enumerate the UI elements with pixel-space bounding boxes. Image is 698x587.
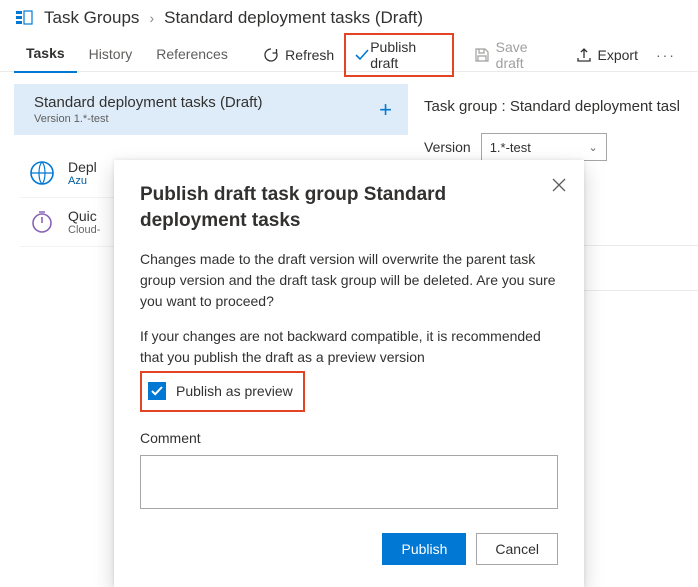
dialog-title: Publish draft task group Standard deploy…: [140, 182, 528, 233]
task-name: Depl: [68, 159, 97, 175]
more-button[interactable]: ···: [648, 41, 684, 69]
task-subtitle: Cloud-: [68, 224, 100, 236]
publish-button[interactable]: Publish: [382, 533, 466, 565]
publish-dialog: Publish draft task group Standard deploy…: [114, 160, 584, 587]
export-icon: [576, 47, 592, 63]
breadcrumb: Task Groups › Standard deployment tasks …: [0, 0, 698, 32]
taskgroup-version: Version 1.*-test: [34, 113, 262, 125]
refresh-label: Refresh: [285, 47, 334, 63]
publish-draft-button[interactable]: Publish draft: [344, 33, 453, 77]
tab-references[interactable]: References: [144, 38, 240, 72]
save-draft-button: Save draft: [464, 35, 566, 75]
comment-label: Comment: [140, 428, 558, 449]
close-button[interactable]: [552, 178, 566, 197]
export-button[interactable]: Export: [566, 43, 648, 67]
refresh-button[interactable]: Refresh: [253, 43, 344, 67]
export-label: Export: [598, 47, 638, 63]
details-title: Task group : Standard deployment tasl: [424, 98, 698, 115]
tab-tasks[interactable]: Tasks: [14, 37, 77, 73]
publish-draft-label: Publish draft: [370, 39, 443, 71]
cancel-button[interactable]: Cancel: [476, 533, 558, 565]
checkbox-label: Publish as preview: [176, 381, 293, 402]
chevron-right-icon: ›: [149, 10, 154, 26]
dialog-text-1: Changes made to the draft version will o…: [140, 249, 558, 312]
globe-icon: [28, 159, 56, 187]
dialog-text-2: If your changes are not backward compati…: [140, 326, 558, 368]
version-label: Version: [424, 139, 471, 155]
save-icon: [474, 47, 490, 63]
toolbar: Tasks History References Refresh Publish…: [0, 32, 698, 72]
task-subtitle: Azu: [68, 175, 97, 187]
comment-input[interactable]: [140, 455, 558, 509]
publish-preview-checkbox[interactable]: Publish as preview: [140, 371, 305, 412]
timer-icon: [28, 208, 56, 236]
close-icon: [552, 178, 566, 192]
task-name: Quic: [68, 208, 100, 224]
save-draft-label: Save draft: [496, 39, 556, 71]
chevron-down-icon: ⌄: [588, 141, 597, 154]
taskgroup-name: Standard deployment tasks (Draft): [34, 94, 262, 111]
check-icon: [354, 47, 370, 63]
tab-history[interactable]: History: [77, 38, 145, 72]
refresh-icon: [263, 47, 279, 63]
add-task-button[interactable]: +: [379, 97, 396, 123]
checkbox-icon: [148, 382, 166, 400]
version-value: 1.*-test: [490, 140, 531, 155]
breadcrumb-current: Standard deployment tasks (Draft): [164, 8, 423, 28]
version-select[interactable]: 1.*-test ⌄: [481, 133, 607, 161]
breadcrumb-root[interactable]: Task Groups: [44, 8, 139, 28]
taskgroups-icon: [14, 8, 34, 28]
taskgroup-header[interactable]: Standard deployment tasks (Draft) Versio…: [14, 84, 408, 135]
